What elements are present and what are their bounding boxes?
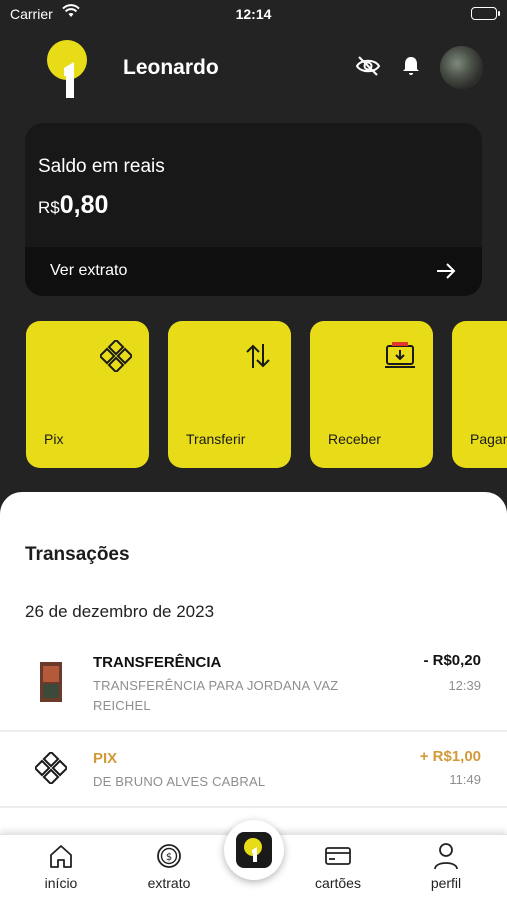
transaction-description: DE BRUNO ALVES CABRAL — [93, 774, 266, 789]
svg-text:$: $ — [166, 852, 172, 863]
divider — [0, 806, 507, 808]
transaction-row[interactable]: PIX DE BRUNO ALVES CABRAL + R$1,00 11:49 — [0, 738, 507, 808]
action-receive[interactable]: Receber — [310, 321, 433, 468]
transaction-thumbnail — [40, 662, 62, 702]
view-statement-label: Ver extrato — [50, 262, 128, 279]
action-label: Pix — [44, 431, 64, 447]
transfer-arrows-icon — [241, 339, 275, 373]
balance-title: Saldo em reais — [38, 156, 165, 177]
transaction-time: 11:49 — [449, 772, 481, 787]
transaction-row[interactable]: TRANSFERÊNCIA TRANSFERÊNCIA PARA JORDANA… — [0, 642, 507, 732]
transaction-amount: + R$1,00 — [419, 748, 481, 765]
avatar[interactable] — [440, 46, 483, 89]
action-label: Transferir — [186, 431, 246, 447]
pix-icon — [99, 339, 133, 373]
transactions-date: 26 de dezembro de 2023 — [25, 602, 215, 621]
transaction-amount: - R$0,20 — [423, 652, 481, 669]
nav-item-home[interactable]: início — [16, 843, 106, 891]
arrow-right-icon — [435, 260, 457, 287]
transaction-title: TRANSFERÊNCIA — [93, 654, 222, 671]
center-home-button[interactable] — [224, 820, 284, 880]
balance-currency: R$ — [38, 198, 60, 217]
transaction-description: TRANSFERÊNCIA PARA JORDANA VAZ REICHEL — [93, 678, 339, 713]
view-statement-button[interactable]: Ver extrato — [25, 247, 482, 296]
user-name: Leonardo — [123, 56, 219, 79]
action-pix[interactable]: Pix — [26, 321, 149, 468]
status-bar: Carrier 12:14 — [0, 0, 507, 28]
balance-value: 0,80 — [59, 191, 109, 219]
transaction-title: PIX — [93, 750, 118, 767]
action-label: Receber — [328, 431, 381, 447]
pix-icon — [33, 750, 69, 786]
action-label: Pagar — [470, 431, 507, 447]
quick-actions: Pix Transferir Receber Pagar — [26, 321, 507, 468]
balance-amount: R$0,80 — [38, 191, 108, 220]
clock: 12:14 — [235, 6, 272, 22]
transaction-time: 12:39 — [448, 678, 481, 693]
nav-item-statement[interactable]: $ extrato — [124, 843, 214, 891]
nav-item-profile[interactable]: perfil — [401, 843, 491, 891]
nav-item-cards[interactable]: cartões — [293, 843, 383, 891]
nav-label: perfil — [430, 875, 462, 891]
bell-icon[interactable] — [397, 52, 425, 80]
divider — [0, 730, 507, 732]
nav-label: extrato — [147, 875, 191, 891]
user-icon — [401, 843, 491, 870]
action-pay[interactable]: Pagar — [452, 321, 507, 468]
receive-icon — [383, 339, 417, 373]
hide-balance-icon[interactable] — [354, 52, 382, 80]
app-logo-icon — [236, 832, 272, 868]
battery-icon — [471, 7, 500, 20]
card-icon — [293, 843, 383, 869]
transactions-heading: Transações — [25, 544, 130, 565]
nav-label: início — [44, 875, 78, 891]
home-icon — [16, 843, 106, 869]
statement-coin-icon: $ — [124, 843, 214, 869]
balance-card: Saldo em reais R$0,80 Ver extrato — [25, 123, 482, 296]
nav-label: cartões — [315, 875, 361, 891]
app-logo — [44, 38, 94, 100]
action-transfer[interactable]: Transferir — [168, 321, 291, 468]
